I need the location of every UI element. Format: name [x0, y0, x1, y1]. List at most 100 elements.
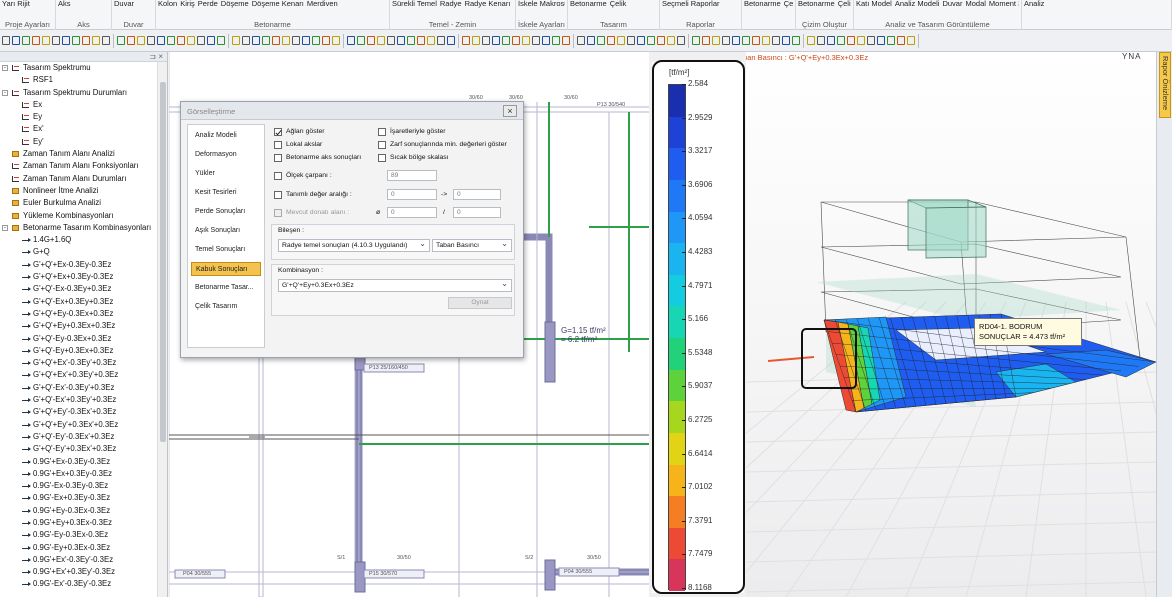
toolbar-tool-icon[interactable] — [292, 36, 300, 45]
tree-item[interactable]: Zaman Tanım Alanı Fonksiyonları — [0, 160, 167, 172]
tree-item[interactable]: - Betonarme Tasarım Kombinasyonları — [0, 222, 167, 234]
tree-item[interactable]: G+Q — [0, 246, 167, 258]
tree-item[interactable]: Ex — [0, 99, 167, 111]
rebar-area-checkbox[interactable] — [274, 209, 282, 217]
toolbar-tool-icon[interactable] — [472, 36, 480, 45]
toolbar-tool-icon[interactable] — [242, 36, 250, 45]
ribbon-button[interactable]: Merdiven — [307, 0, 338, 8]
toolbar-tool-icon[interactable] — [837, 36, 845, 45]
toolbar-tool-icon[interactable] — [597, 36, 605, 45]
tree-item[interactable]: 0.9G'+Ex+0.3Ey-0.3Ez — [0, 468, 167, 480]
tree-item[interactable]: G'+Q'-Ex+0.3Ey+0.3Ez — [0, 296, 167, 308]
tree-item[interactable]: RSF1 — [0, 74, 167, 86]
toolbar-tool-icon[interactable] — [542, 36, 550, 45]
tree-item[interactable]: Zaman Tanım Alanı Durumları — [0, 173, 167, 185]
dialog-nav-item[interactable]: Kabuk Sonuçları — [191, 262, 261, 276]
toolbar-tool-icon[interactable] — [127, 36, 135, 45]
tree-item[interactable]: - Tasarım Spektrumu Durumları — [0, 87, 167, 99]
toolbar-tool-icon[interactable] — [502, 36, 510, 45]
ribbon-button[interactable]: Döşeme Kenarı — [252, 0, 304, 8]
component-sub-select[interactable]: Taban Basıncı — [432, 239, 512, 252]
toolbar-tool-icon[interactable] — [772, 36, 780, 45]
toolbar-tool-icon[interactable] — [792, 36, 800, 45]
toolbar-tool-icon[interactable] — [322, 36, 330, 45]
range-from-input[interactable]: 0 — [387, 189, 437, 200]
local-axes-checkbox[interactable] — [274, 141, 282, 149]
ribbon-button[interactable]: Çelik — [610, 0, 627, 8]
tree-item[interactable]: - Tasarım Spektrumu — [0, 62, 167, 74]
dialog-nav-item[interactable]: Çelik Tasarım — [191, 300, 261, 314]
tree-item[interactable]: Ey — [0, 111, 167, 123]
show-mesh-checkbox[interactable] — [274, 128, 282, 136]
rebar-diam-input[interactable]: 0 — [387, 207, 437, 218]
combination-select[interactable]: G'+Q'+Ey+0.3Ex+0.3Ez — [278, 279, 512, 292]
toolbar-tool-icon[interactable] — [252, 36, 260, 45]
dialog-nav-item[interactable]: Analiz Modeli — [191, 129, 261, 143]
toolbar-tool-icon[interactable] — [22, 36, 30, 45]
ribbon-button[interactable]: Kiriş — [180, 0, 195, 8]
toolbar-tool-icon[interactable] — [627, 36, 635, 45]
ribbon-button[interactable]: Duvar — [114, 0, 134, 8]
tree-item[interactable]: Ex' — [0, 123, 167, 135]
tree-item[interactable]: 0.9G'-Ex'-0.3Ey'-0.3Ez — [0, 578, 167, 590]
dialog-nav-item[interactable]: Perde Sonuçları — [191, 205, 261, 219]
toolbar-tool-icon[interactable] — [722, 36, 730, 45]
toolbar-tool-icon[interactable] — [177, 36, 185, 45]
toolbar-tool-icon[interactable] — [677, 36, 685, 45]
3d-view[interactable]: Radye temel sonuçları - Taban Basıncı : … — [746, 52, 1156, 597]
tree-item[interactable]: 0.9G'+Ex'-0.3Ey'-0.3Ez — [0, 554, 167, 566]
toolbar-tool-icon[interactable] — [357, 36, 365, 45]
ribbon-button[interactable]: Seçmeli Raporlar — [662, 0, 720, 8]
dialog-nav-item[interactable]: Temel Sonuçları — [191, 243, 261, 257]
toolbar-tool-icon[interactable] — [92, 36, 100, 45]
play-button[interactable]: Oynat — [448, 297, 512, 309]
toolbar-tool-icon[interactable] — [887, 36, 895, 45]
toolbar-tool-icon[interactable] — [617, 36, 625, 45]
toolbar-tool-icon[interactable] — [187, 36, 195, 45]
tree-item[interactable]: 0.9G'+Ex'+0.3Ey'-0.3Ez — [0, 566, 167, 578]
tree-scrollbar[interactable] — [157, 62, 167, 597]
toolbar-tool-icon[interactable] — [117, 36, 125, 45]
expand-icon[interactable]: - — [2, 65, 8, 71]
toolbar-tool-icon[interactable] — [577, 36, 585, 45]
hot-zone-scale-checkbox[interactable] — [378, 154, 386, 162]
tree-item[interactable]: 0.9G'-Ex+0.3Ey-0.3Ez — [0, 492, 167, 504]
toolbar-tool-icon[interactable] — [647, 36, 655, 45]
toolbar-tool-icon[interactable] — [417, 36, 425, 45]
ribbon-button[interactable]: Kolon — [158, 0, 177, 8]
tree-item[interactable]: Nonlineer İtme Analizi — [0, 185, 167, 197]
toolbar-tool-icon[interactable] — [102, 36, 110, 45]
toolbar-tool-icon[interactable] — [377, 36, 385, 45]
tree-item[interactable]: G'+Q'+Ey'-0.3Ex'+0.3Ez — [0, 406, 167, 418]
tree-item[interactable]: 0.9G'-Ey-0.3Ex-0.3Ez — [0, 529, 167, 541]
tree-item[interactable]: Zaman Tanım Alanı Analizi — [0, 148, 167, 160]
ribbon-button[interactable]: Betonarme — [798, 0, 835, 8]
ribbon-button[interactable]: Çelik — [838, 0, 851, 8]
dialog-nav-item[interactable]: Betonarme Tasar... — [191, 281, 261, 295]
tree-item[interactable]: 0.9G'-Ey+0.3Ex-0.3Ez — [0, 542, 167, 554]
ribbon-button[interactable]: Perde — [198, 0, 218, 8]
toolbar-tool-icon[interactable] — [407, 36, 415, 45]
tree-item[interactable]: G'+Q'-Ex'+0.3Ey'+0.3Ez — [0, 394, 167, 406]
dialog-nav-item[interactable]: Yükler — [191, 167, 261, 181]
component-select[interactable]: Radye temel sonuçları (4.10.3 Uygulandı) — [278, 239, 430, 252]
toolbar-tool-icon[interactable] — [732, 36, 740, 45]
toolbar-tool-icon[interactable] — [147, 36, 155, 45]
tree-item[interactable]: G'+Q'+Ex'-0.3Ey'+0.3Ez — [0, 357, 167, 369]
ribbon-button[interactable]: Katı Model — [856, 0, 892, 8]
ribbon-button[interactable]: Moment 3-3 — [989, 0, 1019, 8]
toolbar-tool-icon[interactable] — [197, 36, 205, 45]
report-preview-tab[interactable]: Rapor Önizleme — [1159, 52, 1171, 118]
show-with-signs-checkbox[interactable] — [378, 128, 386, 136]
toolbar-tool-icon[interactable] — [587, 36, 595, 45]
toolbar-tool-icon[interactable] — [637, 36, 645, 45]
ribbon-button[interactable]: Analiz Modeli — [895, 0, 940, 8]
toolbar-tool-icon[interactable] — [877, 36, 885, 45]
toolbar-tool-icon[interactable] — [532, 36, 540, 45]
toolbar-tool-icon[interactable] — [332, 36, 340, 45]
ribbon-button[interactable]: Radye Kenarı — [465, 0, 511, 8]
toolbar-tool-icon[interactable] — [762, 36, 770, 45]
tree-item[interactable]: G'+Q'-Ex-0.3Ey+0.3Ez — [0, 283, 167, 295]
toolbar-tool-icon[interactable] — [82, 36, 90, 45]
toolbar-tool-icon[interactable] — [857, 36, 865, 45]
